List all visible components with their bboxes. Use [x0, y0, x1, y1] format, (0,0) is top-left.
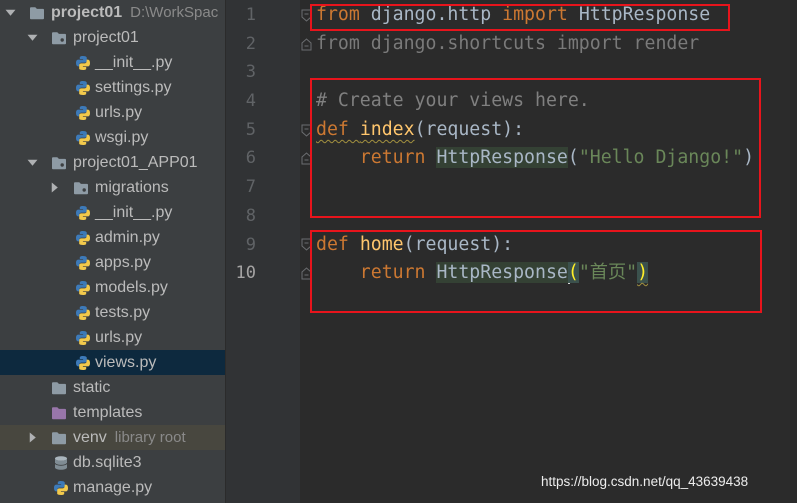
project-tree-panel[interactable]: project01 D:\WorkSpac project01 __init__…	[0, 0, 225, 503]
python-file-icon	[73, 275, 95, 300]
tree-item-label: admin.py	[95, 228, 160, 246]
python-file-icon	[73, 325, 95, 350]
tree-item-settings-py[interactable]: settings.py	[0, 75, 225, 100]
tree-item-label: settings.py	[95, 78, 172, 96]
python-file-icon	[73, 50, 95, 75]
tree-item-label: db.sqlite3	[73, 453, 142, 471]
python-file-icon	[73, 100, 95, 125]
unused-import-statement: from django.shortcuts import render	[316, 32, 700, 54]
tree-item-label: project01_APP01	[73, 153, 198, 171]
tree-item-label: templates	[73, 403, 143, 421]
database-file-icon	[51, 450, 73, 475]
tree-item-templates[interactable]: templates	[0, 400, 225, 425]
tree-item-project01-root[interactable]: project01 D:\WorkSpac	[0, 0, 225, 25]
package-folder-icon	[73, 175, 95, 200]
tree-item-project01-app01[interactable]: project01_APP01	[0, 150, 225, 175]
folder-icon	[51, 375, 73, 400]
line-number: 6	[245, 148, 256, 169]
line-number: 8	[245, 205, 256, 226]
collapse-arrow-icon[interactable]	[27, 425, 51, 450]
tree-item-label: models.py	[95, 278, 168, 296]
watermark: https://blog.csdn.net/qq_43639438	[541, 474, 749, 489]
tree-item-urls-py[interactable]: urls.py	[0, 325, 225, 350]
annotation-box-import	[310, 4, 730, 31]
tree-item-tests-py[interactable]: tests.py	[0, 300, 225, 325]
python-file-icon	[73, 300, 95, 325]
python-file-icon	[73, 250, 95, 275]
python-file-icon	[73, 125, 95, 150]
tree-item-label: urls.py	[95, 328, 143, 346]
tree-item-label: project01	[51, 3, 123, 21]
tree-item-label: wsgi.py	[95, 128, 149, 146]
line-number: 5	[245, 119, 256, 140]
expand-arrow-icon[interactable]	[5, 0, 29, 25]
tree-item-init-py[interactable]: __init__.py	[0, 50, 225, 75]
tree-item-label: tests.py	[95, 303, 151, 321]
tree-item-path-hint: D:\WorkSpac	[130, 4, 219, 21]
tree-item-label: views.py	[95, 353, 157, 371]
tree-item-manage-py[interactable]: manage.py	[0, 475, 225, 500]
tree-item-wsgi-py[interactable]: wsgi.py	[0, 125, 225, 150]
expand-arrow-icon[interactable]	[27, 25, 51, 50]
tree-item-label: migrations	[95, 178, 169, 196]
line-number: 2	[245, 33, 256, 54]
line-number: 7	[245, 177, 256, 198]
tree-item-label: static	[73, 378, 111, 396]
python-file-icon	[73, 75, 95, 100]
package-folder-icon	[51, 150, 73, 175]
tree-item-label: apps.py	[95, 253, 152, 271]
tree-item-label: __init__.py	[95, 203, 173, 221]
python-file-icon	[73, 225, 95, 250]
python-file-icon	[73, 350, 95, 375]
python-file-icon	[51, 475, 73, 500]
tree-item-urls-py[interactable]: urls.py	[0, 100, 225, 125]
current-line-number: 10	[235, 263, 256, 284]
tree-item-migrations[interactable]: migrations	[0, 175, 225, 200]
collapse-arrow-icon[interactable]	[49, 175, 73, 200]
tree-item-label: __init__.py	[95, 53, 173, 71]
tree-item-label: urls.py	[95, 103, 143, 121]
code-line-2[interactable]: from django.shortcuts import render	[316, 30, 754, 59]
annotation-box-home-view	[310, 230, 762, 313]
annotation-box-index-view	[310, 78, 761, 218]
tree-item-label: manage.py	[73, 478, 153, 496]
tree-item-admin-py[interactable]: admin.py	[0, 225, 225, 250]
python-file-icon	[73, 200, 95, 225]
line-numbers: 1 2 3 4 5 6 7 8 9 10	[226, 1, 256, 288]
tree-item-models-py[interactable]: models.py	[0, 275, 225, 300]
library-root-hint: library root	[114, 429, 186, 446]
templates-folder-icon	[51, 400, 73, 425]
tree-item-views-py-selected[interactable]: views.py	[0, 350, 225, 375]
fold-end-icon[interactable]	[301, 38, 312, 51]
tree-item-label: project01	[73, 28, 139, 46]
tree-item-label: venv	[73, 428, 107, 446]
folder-icon	[29, 0, 51, 25]
line-number: 9	[245, 234, 256, 255]
tree-item-project01-package[interactable]: project01	[0, 25, 225, 50]
line-number: 3	[245, 62, 256, 83]
package-folder-icon	[51, 25, 73, 50]
tree-item-apps-py[interactable]: apps.py	[0, 250, 225, 275]
tree-item-venv[interactable]: venv library root	[0, 425, 225, 450]
line-number: 4	[245, 91, 256, 112]
expand-arrow-icon[interactable]	[27, 150, 51, 175]
line-number: 1	[245, 5, 256, 25]
tree-item-init-py[interactable]: __init__.py	[0, 200, 225, 225]
folder-icon	[51, 425, 73, 450]
tree-item-static[interactable]: static	[0, 375, 225, 400]
tree-item-db-sqlite3[interactable]: db.sqlite3	[0, 450, 225, 475]
